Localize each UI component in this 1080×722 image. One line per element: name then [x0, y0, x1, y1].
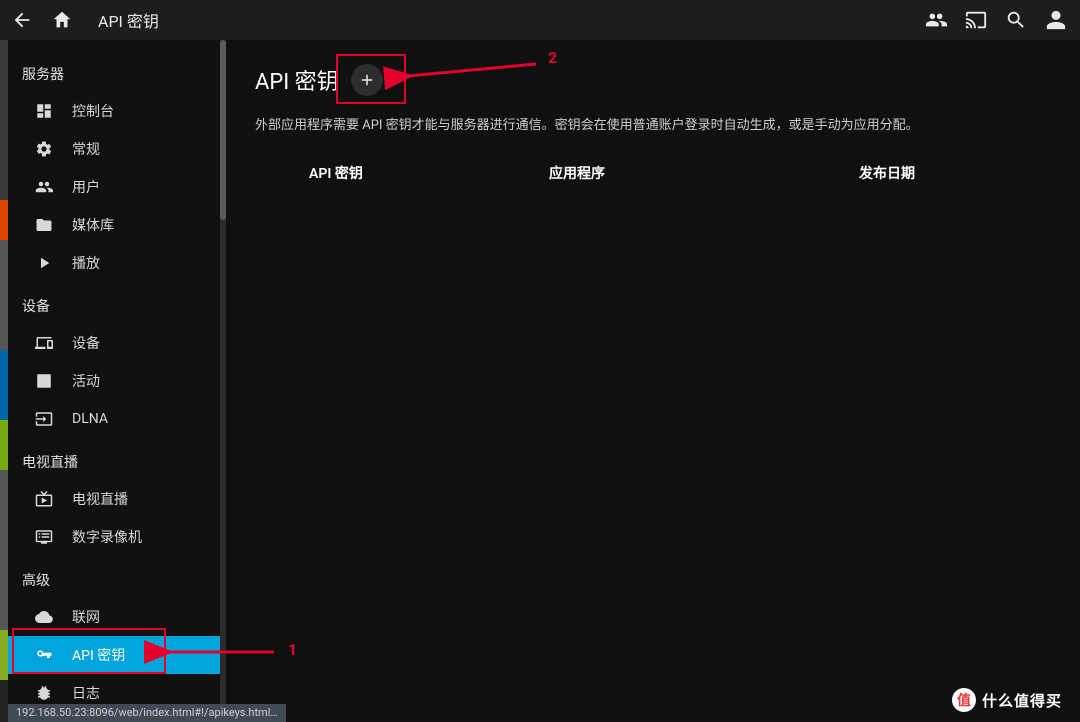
main-content: API 密钥 外部应用程序需要 API 密钥才能与服务器进行通信。密钥会在使用普…: [227, 40, 1080, 722]
col-app: 应用程序: [529, 163, 819, 183]
sidebar-item-devices[interactable]: 设备: [8, 324, 226, 362]
home-button[interactable]: [50, 8, 74, 32]
sidebar-item-label: 日志: [72, 683, 100, 703]
sidebar-item-label: 用户: [72, 177, 100, 197]
watermark-text: 什么值得买: [982, 690, 1062, 711]
status-url: 192.168.50.23:8096/web/index.html#!/apik…: [8, 704, 286, 722]
sidebar-item-general[interactable]: 常规: [8, 130, 226, 168]
users-icon[interactable]: [924, 8, 948, 32]
cloud-icon: [34, 607, 54, 627]
sidebar-section-server: 服务器: [8, 50, 226, 92]
sidebar-item-label: DLNA: [72, 411, 108, 427]
sidebar-item-livetv[interactable]: 电视直播: [8, 480, 226, 518]
bug-icon: [34, 683, 54, 703]
col-apikey: API 密钥: [255, 163, 529, 183]
sidebar-section-devices: 设备: [8, 282, 226, 324]
content-title: API 密钥: [255, 64, 339, 96]
cast-icon[interactable]: [964, 8, 988, 32]
play-icon: [34, 253, 54, 273]
input-icon: [34, 409, 54, 429]
table-header: API 密钥 应用程序 发布日期: [255, 163, 1040, 183]
sidebar-item-label: 设备: [72, 333, 100, 353]
sidebar-item-activity[interactable]: 活动: [8, 362, 226, 400]
devices-icon: [34, 333, 54, 353]
stats-icon: [34, 371, 54, 391]
search-icon[interactable]: [1004, 8, 1028, 32]
dashboard-icon: [34, 101, 54, 121]
sidebar-item-network[interactable]: 联网: [8, 598, 226, 636]
sidebar-item-label: 活动: [72, 371, 100, 391]
sidebar-section-advanced: 高级: [8, 556, 226, 598]
sidebar-scrollbar-thumb[interactable]: [220, 40, 226, 220]
sidebar: 服务器 控制台 常规 用户 媒体库 播放 设备: [8, 40, 227, 722]
watermark-badge: 值: [952, 688, 976, 712]
livetv-icon: [34, 489, 54, 509]
sidebar-item-dvr[interactable]: 数字录像机: [8, 518, 226, 556]
sidebar-item-console[interactable]: 控制台: [8, 92, 226, 130]
sidebar-item-label: 控制台: [72, 101, 114, 121]
col-date: 发布日期: [819, 163, 1059, 183]
plus-icon: [358, 71, 376, 89]
sidebar-item-library[interactable]: 媒体库: [8, 206, 226, 244]
sidebar-item-label: 常规: [72, 139, 100, 159]
sidebar-item-label: API 密钥: [72, 645, 125, 665]
sidebar-item-label: 播放: [72, 253, 100, 273]
watermark: 值 什么值得买: [952, 688, 1062, 712]
sidebar-item-label: 电视直播: [72, 489, 128, 509]
back-button[interactable]: [10, 8, 34, 32]
topbar: API 密钥: [0, 0, 1080, 40]
sidebar-item-apikeys[interactable]: API 密钥: [8, 636, 226, 674]
folder-icon: [34, 215, 54, 235]
sidebar-item-users[interactable]: 用户: [8, 168, 226, 206]
sidebar-item-playback[interactable]: 播放: [8, 244, 226, 282]
key-icon: [34, 645, 54, 665]
user-icon[interactable]: [1044, 8, 1068, 32]
page-title: API 密钥: [98, 8, 159, 32]
content-description: 外部应用程序需要 API 密钥才能与服务器进行通信。密钥会在使用普通账户登录时自…: [255, 116, 1040, 137]
sidebar-item-label: 联网: [72, 607, 100, 627]
sidebar-section-livetv: 电视直播: [8, 438, 226, 480]
sidebar-item-label: 媒体库: [72, 215, 114, 235]
sidebar-item-label: 数字录像机: [72, 527, 142, 547]
people-icon: [34, 177, 54, 197]
add-apikey-button[interactable]: [351, 64, 383, 96]
dvr-icon: [34, 527, 54, 547]
sidebar-item-dlna[interactable]: DLNA: [8, 400, 226, 438]
gear-icon: [34, 139, 54, 159]
